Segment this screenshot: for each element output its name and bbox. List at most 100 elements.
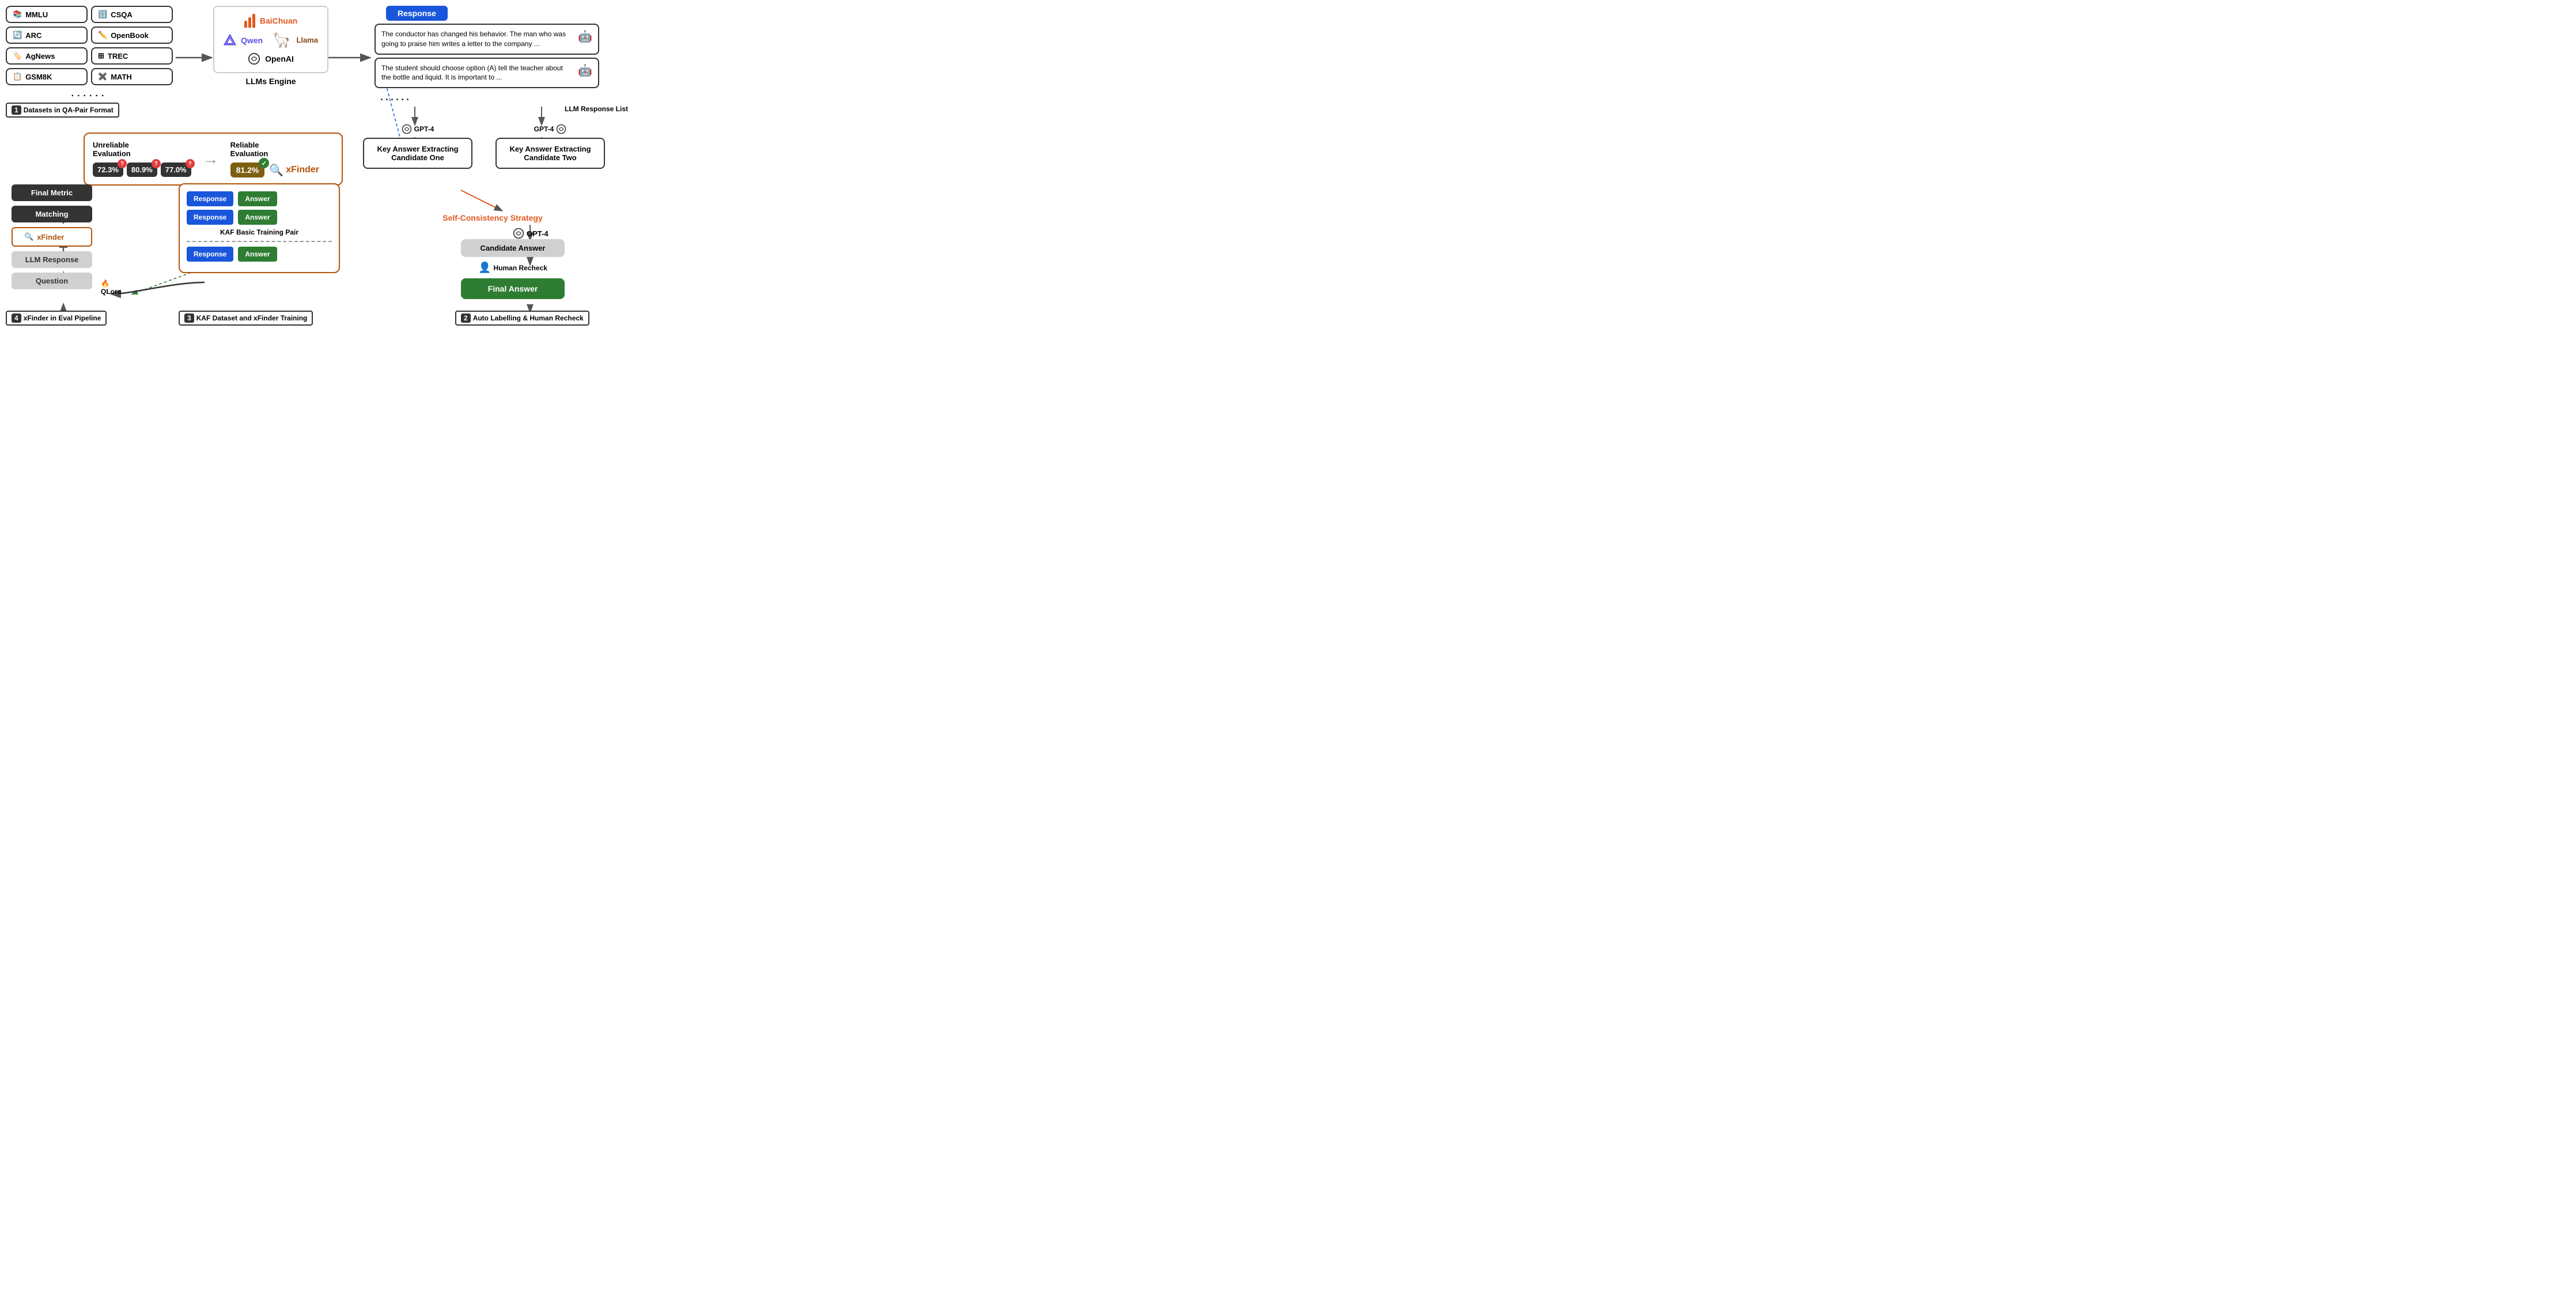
openai-icon-two	[556, 124, 566, 134]
dataset-dots: ......	[6, 89, 173, 99]
dataset-math: ✖️ MATH	[91, 68, 173, 85]
gpt4-middle: GPT-4	[513, 228, 549, 239]
math-icon: ✖️	[98, 72, 107, 81]
response-text-1: The conductor has changed his behavior. …	[381, 29, 573, 49]
xfinder-icon: 🔍	[269, 163, 283, 177]
openai-row: OpenAI	[248, 52, 294, 65]
question-mark-2: ?	[152, 159, 161, 168]
xfinder-brand: 🔍 xFinder	[269, 163, 319, 177]
trec-label: TREC	[108, 52, 128, 61]
section-2-label: 2 Auto Labelling & Human Recheck	[455, 311, 589, 326]
datasets-section-text: Datasets in QA-Pair Format	[24, 106, 114, 114]
csqa-icon: 🔢	[98, 10, 107, 19]
section-3-text: KAF Dataset and xFinder Training	[196, 314, 308, 322]
qwen-label: Qwen	[241, 36, 263, 45]
eval-content: UnreliableEvaluation 72.3% ? 80.9% ? 77.…	[93, 141, 334, 177]
dataset-csqa: 🔢 CSQA	[91, 6, 173, 23]
final-answer-box: Final Answer	[461, 278, 565, 299]
gsm8k-label: GSM8K	[25, 73, 52, 81]
gpt4-label-two: GPT-4	[534, 125, 554, 133]
response-box-2: The student should choose option (A) tel…	[375, 58, 599, 89]
arc-icon: 🔄	[13, 31, 22, 40]
fire-icon: 🔥	[101, 279, 109, 288]
candidate-one-col: GPT-4 Key Answer Extracting Candidate On…	[363, 124, 472, 169]
kaf-response-3: Response	[187, 247, 233, 262]
dataset-openbook: ✏️ OpenBook	[91, 27, 173, 44]
key-answer-box-two: Key Answer Extracting Candidate Two	[495, 138, 605, 169]
eval-reliable: ReliableEvaluation 81.2% ✓ 🔍 xFinder	[230, 141, 319, 177]
section-4-label: 4 xFinder in Eval Pipeline	[6, 311, 107, 326]
datasets-section-label: 1 Datasets in QA-Pair Format	[6, 103, 119, 118]
pipeline-section: Final Metric Matching 🔍 xFinder LLM Resp…	[6, 184, 92, 289]
dataset-agnews: 🏷️ AgNews	[6, 47, 88, 65]
robot-icon-2: 🤖	[578, 63, 592, 78]
candidate-two-col: GPT-4 Key Answer Extracting Candidate Tw…	[495, 124, 605, 169]
right-flow: Candidate Answer 👤 Human Recheck Final A…	[461, 239, 565, 299]
dataset-trec: ⊞ TREC	[91, 47, 173, 65]
gsm8k-icon: 📋	[13, 72, 22, 81]
response-dots: ......	[380, 91, 634, 103]
gpt4-row-one: GPT-4	[402, 124, 434, 134]
response-button: Response	[386, 6, 448, 21]
openbook-icon: ✏️	[98, 31, 107, 40]
llama-icon: 🦙	[272, 31, 290, 49]
qwen-llama-row: Qwen 🦙 Llama	[224, 31, 318, 49]
section-3-label: 3 KAF Dataset and xFinder Training	[179, 311, 313, 326]
section-2-text: Auto Labelling & Human Recheck	[473, 314, 584, 322]
datasets-section: 📚 MMLU 🔢 CSQA 🔄 ARC ✏️ OpenBook 🏷️ AgNew…	[6, 6, 173, 118]
llm-response-label: LLM Response List	[375, 105, 628, 113]
xfinder-box: 🔍 xFinder	[12, 227, 92, 247]
section-2-num: 2	[461, 313, 471, 323]
book-icon: 📚	[13, 10, 22, 19]
qwen-icon	[224, 34, 236, 47]
reliable-row: 81.2% ✓ 🔍 xFinder	[230, 163, 319, 177]
key-answer-box-one: Key Answer Extracting Candidate One	[363, 138, 472, 169]
candidate-answer-box: Candidate Answer	[461, 239, 565, 257]
mmlu-label: MMLU	[25, 10, 48, 19]
kaf-row-2: Response Answer	[187, 210, 332, 225]
kaf-row-1: Response Answer	[187, 191, 332, 206]
arc-label: ARC	[25, 31, 41, 40]
eval-arrow: →	[203, 141, 219, 177]
xfinder-search-icon: 🔍	[24, 232, 33, 241]
eval-box: UnreliableEvaluation 72.3% ? 80.9% ? 77.…	[84, 133, 343, 186]
dataset-grid: 📚 MMLU 🔢 CSQA 🔄 ARC ✏️ OpenBook 🏷️ AgNew…	[6, 6, 173, 85]
question-mark-1: ?	[118, 159, 127, 168]
human-icon: 👤	[478, 262, 491, 274]
csqa-label: CSQA	[111, 10, 133, 19]
pipeline-flow: Final Metric Matching 🔍 xFinder LLM Resp…	[12, 184, 92, 289]
kaf-response-1: Response	[187, 191, 233, 206]
gpt4-row-two: GPT-4	[534, 124, 567, 134]
final-metric-box: Final Metric	[12, 184, 92, 201]
question-mark-3: ?	[186, 159, 195, 168]
gpt4-label-one: GPT-4	[414, 125, 434, 133]
datasets-section-num: 1	[12, 105, 21, 115]
section-3-num: 3	[184, 313, 194, 323]
openai-icon-mid	[513, 228, 524, 239]
pct-badge-2: 80.9% ?	[127, 163, 157, 177]
robot-icon-1: 🤖	[578, 29, 592, 44]
xfinder-label: xFinder	[286, 165, 319, 175]
llms-title: LLMs Engine	[213, 77, 328, 86]
xfinder-box-label: xFinder	[37, 233, 64, 241]
kaf-answer-3: Answer	[238, 247, 277, 262]
dataset-gsm8k: 📋 GSM8K	[6, 68, 88, 85]
human-recheck-row: 👤 Human Recheck	[478, 262, 547, 274]
llms-engine-section: BaiChuan Qwen 🦙 Llama OpenAI	[213, 6, 328, 86]
kaf-section: Response Answer Response Answer KAF Basi…	[179, 183, 340, 273]
check-mark: ✓	[259, 158, 269, 168]
dataset-mmlu: 📚 MMLU	[6, 6, 88, 23]
openbook-label: OpenBook	[111, 31, 149, 40]
pct-badge-3: 77.0% ?	[161, 163, 191, 177]
kaf-row-3: Response Answer	[187, 247, 332, 262]
gpt4-mid-label: GPT-4	[527, 229, 549, 238]
kaf-response-2: Response	[187, 210, 233, 225]
openai-icon	[248, 52, 260, 65]
key-answer-text-one: Key Answer Extracting Candidate One	[377, 145, 458, 162]
kaf-answer-1: Answer	[238, 191, 277, 206]
response-text-2: The student should choose option (A) tel…	[381, 63, 573, 83]
agnews-icon: 🏷️	[13, 51, 22, 61]
self-consistency-label: Self-Consistency Strategy	[442, 213, 543, 222]
reliable-title: ReliableEvaluation	[230, 141, 319, 158]
response-section: Response The conductor has changed his b…	[375, 6, 634, 116]
